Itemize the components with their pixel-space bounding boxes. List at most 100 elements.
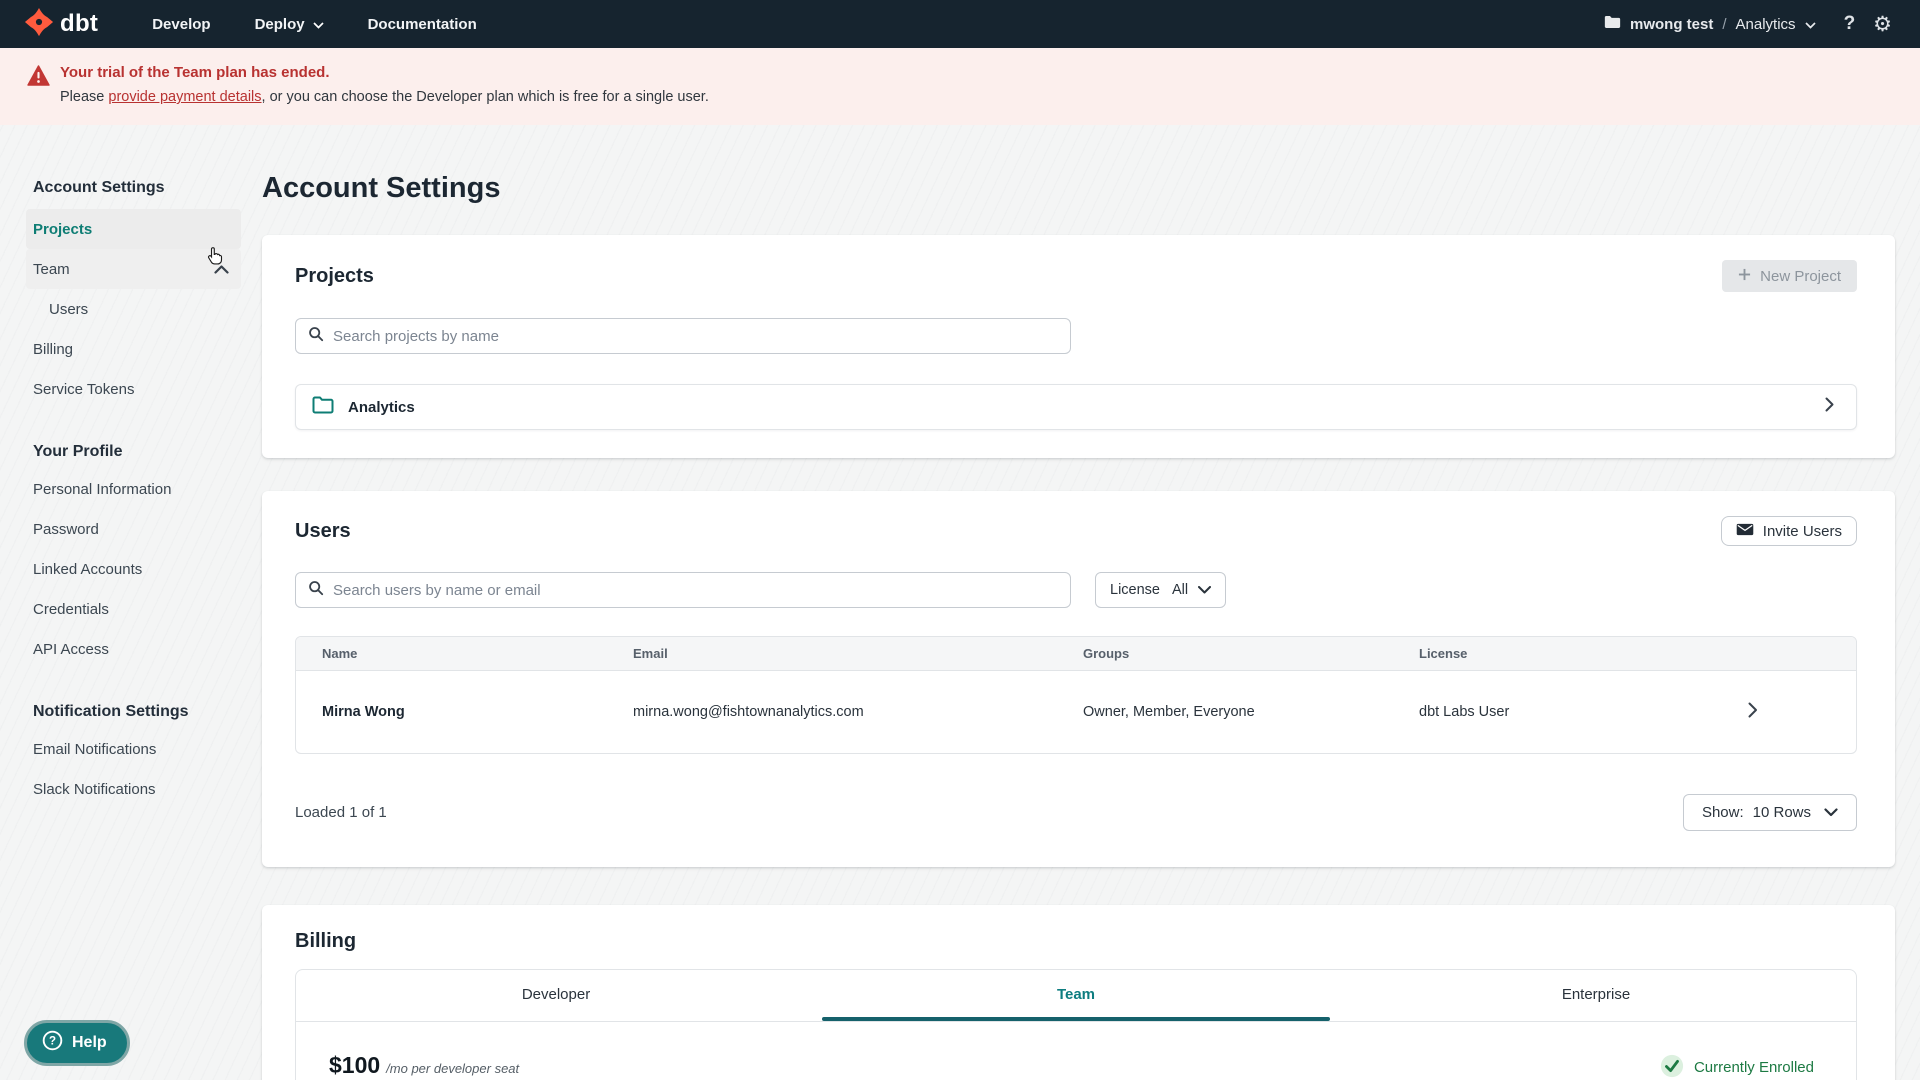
sidebar-item-password[interactable]: Password [26, 509, 241, 549]
sidebar-item-projects-label: Projects [33, 220, 93, 238]
sidebar-item-projects[interactable]: Projects [26, 209, 241, 249]
folder-icon [312, 396, 334, 419]
sidebar-item-slack-notifications[interactable]: Slack Notifications [26, 769, 241, 809]
column-header-email: Email [633, 637, 1083, 671]
sidebar-item-email-notifications-label: Email Notifications [33, 740, 157, 758]
user-groups-cell: Owner, Member, Everyone [1083, 703, 1255, 720]
sidebar-item-slack-notifications-label: Slack Notifications [33, 780, 156, 798]
settings-sidebar: Account Settings Projects Team Users Bil… [26, 125, 241, 809]
chevron-down-icon [1824, 804, 1838, 821]
column-header-license: License [1419, 637, 1856, 671]
rows-per-page-value: 10 Rows [1752, 803, 1811, 821]
sidebar-item-service-tokens-label: Service Tokens [33, 380, 135, 398]
plan-price-line: $100 /mo per developer seat [329, 1052, 519, 1079]
project-row-name: Analytics [348, 398, 415, 416]
chevron-down-icon [312, 16, 324, 33]
user-license-value: dbt Labs User [1419, 703, 1510, 720]
rows-per-page-label: Show: [1701, 803, 1744, 821]
plus-icon [1738, 268, 1751, 285]
folder-icon [1604, 15, 1621, 33]
user-email-cell: mirna.wong@fishtownanalytics.com [633, 703, 864, 720]
nav-account-switcher: mwong test / Analytics ? ⚙ [1604, 13, 1892, 35]
billing-plan-box: Developer Team Enterprise $100 /mo per d… [295, 968, 1857, 1080]
sidebar-heading-account-settings: Account Settings [33, 179, 165, 196]
rows-per-page-dropdown[interactable]: Show: 10 Rows [1682, 793, 1857, 831]
new-project-button-label: New Project [1760, 267, 1841, 285]
sidebar-section-account-settings: Account Settings Projects Team Users Bil… [26, 175, 241, 409]
chevron-right-icon[interactable] [1748, 702, 1758, 722]
chevron-right-icon [1825, 397, 1834, 417]
sidebar-item-billing[interactable]: Billing [26, 329, 241, 369]
sidebar-item-email-notifications[interactable]: Email Notifications [26, 729, 241, 769]
user-table-row[interactable]: Mirna Wong mirna.wong@fishtownanalytics.… [296, 671, 1856, 753]
settings-gear-icon[interactable]: ⚙ [1873, 14, 1892, 35]
search-icon [308, 580, 324, 601]
currently-enrolled-label: Currently Enrolled [1693, 1059, 1814, 1076]
help-button[interactable]: ? Help [24, 1020, 130, 1066]
billing-card: Billing Developer Team Enterprise $100 /… [262, 904, 1895, 1080]
svg-text:?: ? [49, 1036, 56, 1048]
nav-item-develop-label: Develop [152, 15, 211, 33]
user-license-cell: dbt Labs User [1419, 671, 1856, 753]
user-name-cell: Mirna Wong [322, 703, 405, 720]
tab-developer[interactable]: Developer [296, 970, 816, 1021]
column-header-name: Name [296, 637, 633, 671]
sidebar-item-users[interactable]: Users [26, 289, 241, 329]
nav-item-deploy[interactable]: Deploy [255, 16, 324, 33]
tab-enterprise[interactable]: Enterprise [1336, 970, 1856, 1021]
envelope-icon [1736, 523, 1754, 540]
sidebar-item-team[interactable]: Team [26, 249, 241, 289]
chevron-down-icon[interactable] [1804, 16, 1816, 33]
sidebar-section-notification-settings: Notification Settings Email Notification… [26, 699, 241, 809]
invite-users-button-label: Invite Users [1762, 522, 1842, 540]
projects-search-input[interactable] [333, 327, 1058, 345]
billing-plan-body: $100 /mo per developer seat Currently En… [296, 1022, 1856, 1080]
projects-search-box [295, 318, 1071, 354]
plan-price: $100 [329, 1051, 381, 1078]
sidebar-item-service-tokens[interactable]: Service Tokens [26, 369, 241, 409]
license-filter-label: License [1110, 582, 1160, 598]
help-question-icon[interactable]: ? [1844, 13, 1856, 35]
sidebar-item-credentials[interactable]: Credentials [26, 589, 241, 629]
sidebar-item-password-label: Password [33, 520, 99, 538]
warning-triangle-icon [27, 65, 50, 105]
projects-heading: Projects [295, 264, 374, 287]
help-button-label: Help [72, 1034, 107, 1051]
sidebar-section-your-profile: Your Profile Personal Information Passwo… [26, 439, 241, 669]
check-circle-icon [1660, 1054, 1684, 1080]
nav-item-develop[interactable]: Develop [152, 16, 210, 33]
sidebar-item-linked-accounts-label: Linked Accounts [33, 560, 143, 578]
users-search-box [295, 572, 1071, 608]
new-project-button[interactable]: New Project [1722, 260, 1857, 292]
sidebar-item-personal-information-label: Personal Information [33, 480, 172, 498]
sidebar-heading-notification-settings: Notification Settings [33, 703, 189, 720]
users-search-input[interactable] [333, 581, 1058, 599]
project-name-breadcrumb[interactable]: Analytics [1736, 16, 1796, 33]
license-filter-dropdown[interactable]: License All [1095, 572, 1227, 608]
banner-title: Your trial of the Team plan has ended. [60, 64, 330, 81]
banner-message: Please provide payment details, or you c… [60, 89, 709, 105]
nav-item-documentation-label: Documentation [367, 15, 477, 33]
sidebar-item-users-label: Users [49, 300, 89, 318]
trial-ended-banner: Your trial of the Team plan has ended. P… [0, 48, 1920, 125]
top-nav: dbt Develop Deploy Documentation mwong t… [0, 0, 1920, 48]
invite-users-button[interactable]: Invite Users [1720, 516, 1857, 546]
projects-card: Projects New Project Search projects by … [262, 235, 1895, 458]
provide-payment-details-link[interactable]: provide payment details [108, 89, 261, 105]
tab-team[interactable]: Team [816, 970, 1336, 1021]
sidebar-item-personal-information[interactable]: Personal Information [26, 469, 241, 509]
account-name[interactable]: mwong test [1630, 16, 1713, 33]
users-table-header-row: Name Email Groups License [296, 637, 1856, 671]
project-row-analytics[interactable]: Analytics [295, 384, 1857, 430]
sidebar-heading-your-profile: Your Profile [33, 443, 123, 460]
sidebar-item-api-access[interactable]: API Access [26, 629, 241, 669]
banner-message-suffix: , or you can choose the Developer plan w… [261, 89, 709, 105]
breadcrumb-separator: / [1722, 15, 1727, 33]
page-title: Account Settings [262, 172, 501, 204]
nav-item-documentation[interactable]: Documentation [368, 16, 477, 33]
sidebar-item-linked-accounts[interactable]: Linked Accounts [26, 549, 241, 589]
dbt-logo[interactable]: dbt [24, 7, 98, 42]
billing-plan-tabs: Developer Team Enterprise [296, 970, 1856, 1022]
column-header-groups: Groups [1083, 637, 1419, 671]
users-heading: Users [295, 519, 351, 542]
